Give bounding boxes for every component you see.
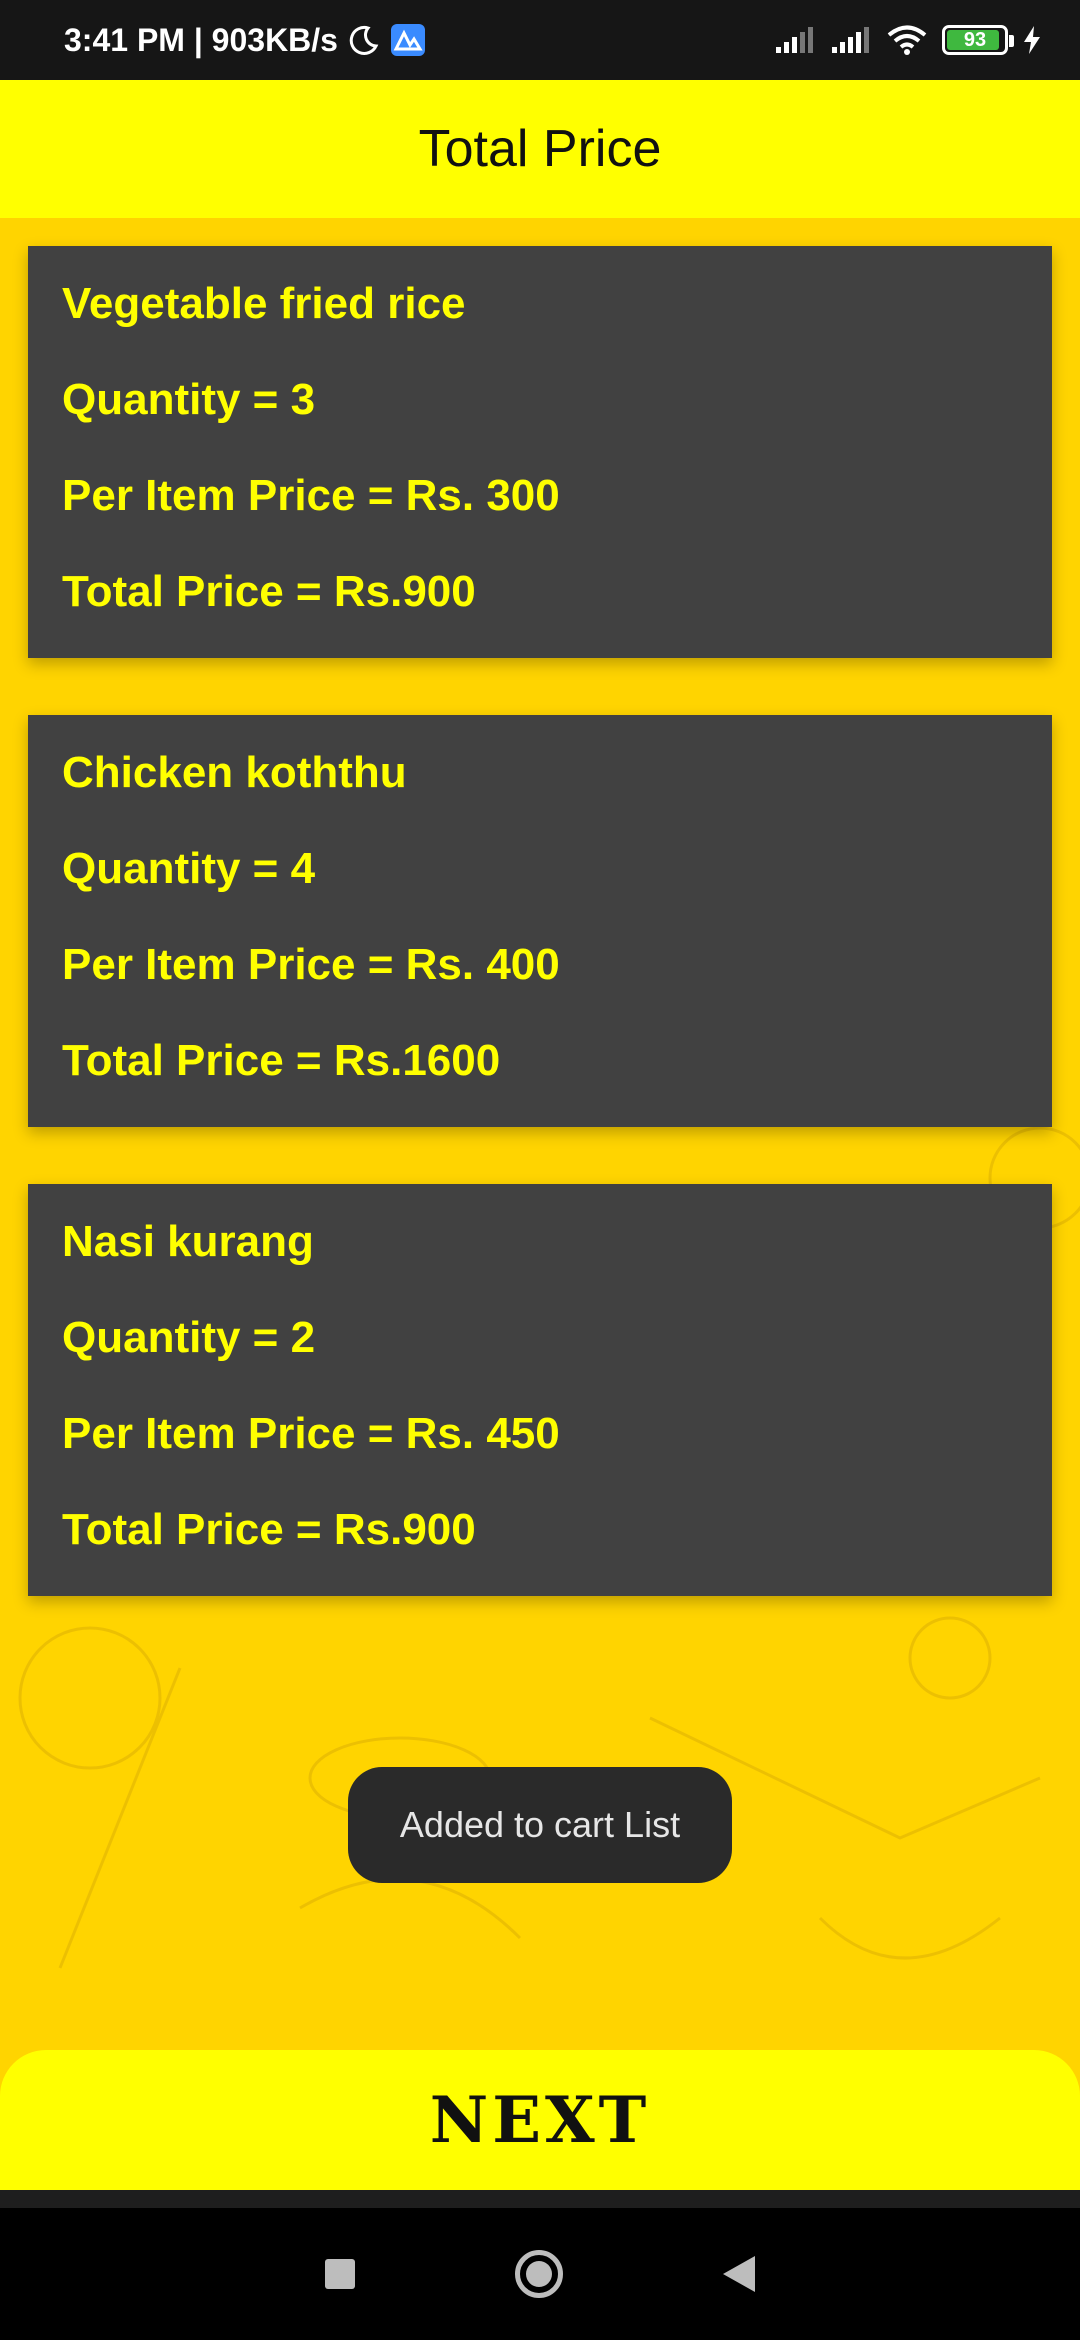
status-bar: 3:41 PM | 903KB/s 93: [0, 0, 1080, 80]
item-name: Nasi kurang: [62, 1217, 314, 1266]
item-name: Chicken koththu: [62, 748, 407, 797]
item-per-price: Per Item Price = Rs. 300: [62, 471, 560, 520]
next-button-label: NEXT: [429, 2082, 651, 2158]
app-notification-icon: [390, 24, 425, 56]
bottom-divider: [0, 2190, 1080, 2208]
app-header: Total Price: [0, 80, 1080, 218]
page-title: Total Price: [418, 120, 662, 178]
item-per-price: Per Item Price = Rs. 400: [62, 940, 560, 989]
cart-item-card[interactable]: Vegetable fried rice Quantity = 3 Per It…: [28, 246, 1052, 658]
recent-apps-icon[interactable]: [325, 2259, 355, 2289]
item-total-price: Total Price = Rs.1600: [62, 1036, 501, 1085]
moon-icon: [349, 25, 379, 55]
item-quantity: Quantity = 4: [62, 844, 316, 893]
toast-text: Added to cart List: [399, 1804, 681, 1845]
charging-icon: [1024, 26, 1040, 54]
wifi-icon: [887, 25, 927, 55]
item-total-price: Total Price = Rs.900: [62, 1505, 476, 1554]
status-time-speed: 3:41 PM | 903KB/s: [64, 21, 338, 58]
signal-icon: [832, 27, 869, 53]
next-button[interactable]: NEXT: [0, 2050, 1080, 2190]
cart-list: Vegetable fried rice Quantity = 3 Per It…: [28, 246, 1052, 1653]
battery-icon: 93: [942, 25, 1014, 55]
home-icon[interactable]: [515, 2250, 563, 2298]
signal-icon: [776, 27, 813, 53]
cart-item-card[interactable]: Chicken koththu Quantity = 4 Per Item Pr…: [28, 715, 1052, 1127]
battery-level: 93: [963, 28, 987, 51]
back-icon[interactable]: [723, 2256, 755, 2292]
status-left: 3:41 PM | 903KB/s: [64, 22, 426, 59]
item-quantity: Quantity = 2: [62, 1313, 316, 1362]
item-per-price: Per Item Price = Rs. 450: [62, 1409, 560, 1458]
system-nav-bar: [0, 2208, 1080, 2340]
cart-item-card[interactable]: Nasi kurang Quantity = 2 Per Item Price …: [28, 1184, 1052, 1596]
item-total-price: Total Price = Rs.900: [62, 567, 476, 616]
item-quantity: Quantity = 3: [62, 375, 316, 424]
item-name: Vegetable fried rice: [62, 279, 466, 328]
toast-message: Added to cart List: [348, 1767, 732, 1883]
status-right: 93: [774, 24, 1042, 56]
